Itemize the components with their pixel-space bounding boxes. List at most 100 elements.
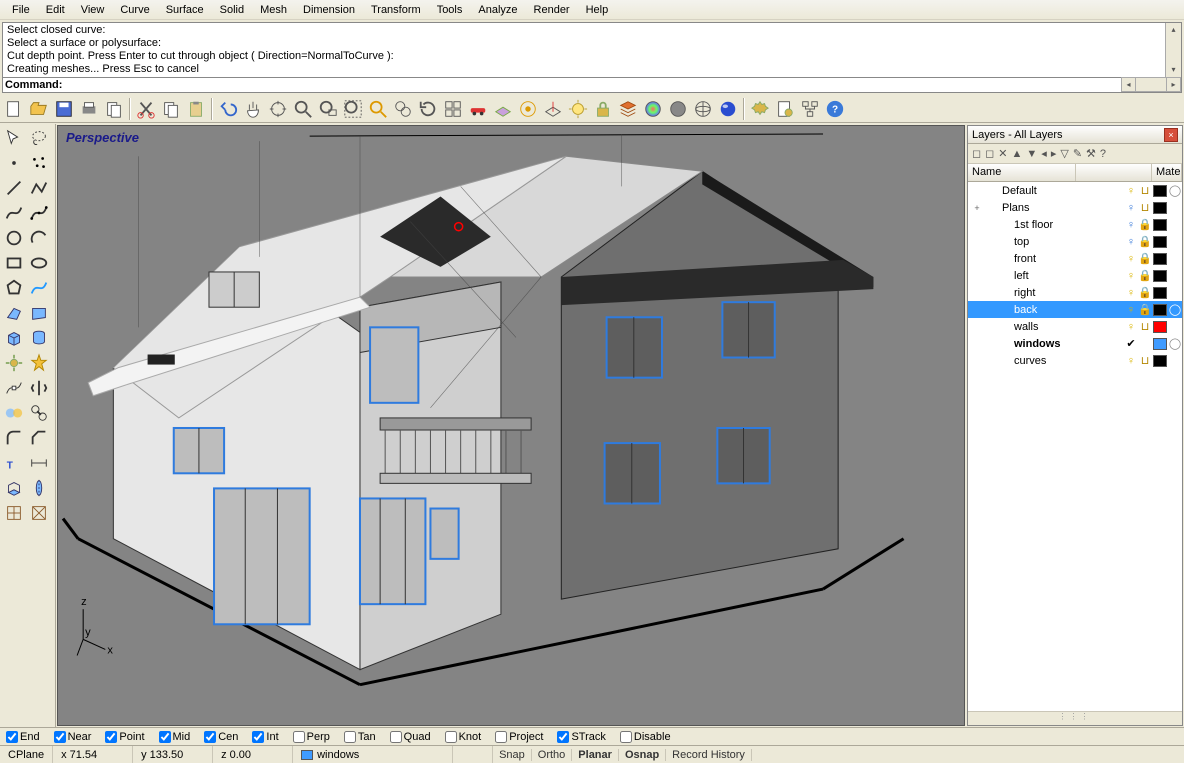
osnap-checkbox[interactable] [204, 731, 216, 743]
save-icon[interactable] [52, 97, 76, 121]
osnap-checkbox[interactable] [390, 731, 402, 743]
menu-mesh[interactable]: Mesh [252, 2, 295, 18]
osnap-strack[interactable]: STrack [557, 731, 605, 743]
copy-icon[interactable] [159, 97, 183, 121]
zoom-sel-icon[interactable] [366, 97, 390, 121]
srf-corner-icon[interactable] [2, 301, 26, 325]
lock-icon[interactable]: 🔒 [1138, 218, 1152, 231]
render-icon[interactable] [716, 97, 740, 121]
layer-row-plans[interactable]: +Plans♀⊔ [968, 199, 1182, 216]
menu-tools[interactable]: Tools [429, 2, 471, 18]
pan-icon[interactable] [241, 97, 265, 121]
lock-icon[interactable]: 🔒 [1138, 269, 1152, 282]
rotate-view-icon[interactable] [266, 97, 290, 121]
osnap-end[interactable]: End [6, 731, 40, 743]
arc-icon[interactable] [27, 226, 51, 250]
copy-clip-icon[interactable] [102, 97, 126, 121]
layer-name[interactable]: curves [984, 355, 1124, 367]
menu-render[interactable]: Render [526, 2, 578, 18]
layer-color-swatch[interactable] [1153, 338, 1167, 350]
layer-name[interactable]: Plans [984, 202, 1124, 214]
fillet-icon[interactable] [2, 426, 26, 450]
options-icon[interactable] [748, 97, 772, 121]
layer-row-top[interactable]: top♀🔒 [968, 233, 1182, 250]
circle-icon[interactable] [2, 226, 26, 250]
material-icon[interactable]: ◯ [1168, 337, 1182, 350]
box-icon[interactable] [2, 326, 26, 350]
lock-icon[interactable]: 🔒 [1138, 286, 1152, 299]
history-scrollbar[interactable]: ▴▾ [1165, 23, 1181, 77]
lock-icon[interactable]: ⊔ [1138, 184, 1152, 197]
layer-name[interactable]: right [984, 287, 1124, 299]
command-input[interactable] [62, 78, 1179, 92]
ellipse-icon[interactable] [27, 251, 51, 275]
chamfer-icon[interactable] [27, 426, 51, 450]
lock-icon[interactable]: ⊔ [1138, 201, 1152, 214]
bulb-icon[interactable]: ♀ [1124, 253, 1138, 265]
doc-props-icon[interactable] [773, 97, 797, 121]
layer-color-swatch[interactable] [1153, 185, 1167, 197]
pointer-icon[interactable] [2, 126, 26, 150]
hammer-icon[interactable]: ⚒ [1086, 147, 1096, 160]
status-toggle-osnap[interactable]: Osnap [619, 749, 666, 761]
new-file-icon[interactable] [2, 97, 26, 121]
dim-icon[interactable] [27, 451, 51, 475]
filter-icon[interactable]: ▽ [1060, 147, 1068, 160]
move-up-icon[interactable]: ▲ [1012, 148, 1023, 160]
join-icon[interactable] [27, 401, 51, 425]
srf-edge-icon[interactable] [27, 301, 51, 325]
layer-color-swatch[interactable] [1153, 270, 1167, 282]
point-icon[interactable] [2, 151, 26, 175]
panel-grip[interactable]: ⋮⋮⋮ [968, 711, 1182, 725]
lock-icon[interactable] [591, 97, 615, 121]
menu-solid[interactable]: Solid [212, 2, 252, 18]
bulb-icon[interactable]: ♀ [1124, 304, 1138, 316]
status-layer[interactable]: windows [293, 746, 453, 763]
render-prev-icon[interactable] [666, 97, 690, 121]
osnap-checkbox[interactable] [54, 731, 66, 743]
obj-props-icon[interactable] [641, 97, 665, 121]
zoom-extents-icon[interactable] [341, 97, 365, 121]
curve-tools-icon[interactable] [27, 276, 51, 300]
osnap-checkbox[interactable] [344, 731, 356, 743]
layer-color-swatch[interactable] [1153, 355, 1167, 367]
undo-icon[interactable] [216, 97, 240, 121]
layers-list[interactable]: Default♀⊔◯+Plans♀⊔1st floor♀🔒top♀🔒front♀… [968, 182, 1182, 711]
bulb-icon[interactable]: ♀ [1124, 202, 1138, 214]
layer-name[interactable]: left [984, 270, 1124, 282]
extrude-icon[interactable] [2, 476, 26, 500]
layer-name[interactable]: front [984, 253, 1124, 265]
osnap-checkbox[interactable] [252, 731, 264, 743]
layer-color-swatch[interactable] [1153, 253, 1167, 265]
osnap-checkbox[interactable] [495, 731, 507, 743]
bulb-icon[interactable]: ♀ [1124, 185, 1138, 197]
layer-row-windows[interactable]: windows✔◯ [968, 335, 1182, 352]
move-down-icon[interactable]: ▼ [1026, 148, 1037, 160]
undo-view-icon[interactable] [416, 97, 440, 121]
mesh-icon[interactable] [2, 501, 26, 525]
col-material[interactable]: Mate [1152, 164, 1182, 181]
new-sublayer-icon[interactable]: ◻ [985, 147, 994, 160]
show-icon[interactable] [566, 97, 590, 121]
layer-color-swatch[interactable] [1153, 202, 1167, 214]
zoom-window-icon[interactable] [316, 97, 340, 121]
layer-color-swatch[interactable] [1153, 219, 1167, 231]
status-toggle-planar[interactable]: Planar [572, 749, 619, 761]
menu-transform[interactable]: Transform [363, 2, 429, 18]
blend-icon[interactable] [2, 401, 26, 425]
tools-icon[interactable]: ✎ [1073, 147, 1082, 160]
hierarchy-icon[interactable] [798, 97, 822, 121]
bulb-icon[interactable]: ♀ [1124, 270, 1138, 282]
osnap-near[interactable]: Near [54, 731, 92, 743]
lock-icon[interactable]: 🔒 [1138, 303, 1152, 316]
menu-file[interactable]: File [4, 2, 38, 18]
bulb-icon[interactable]: ♀ [1124, 287, 1138, 299]
paste-icon[interactable] [184, 97, 208, 121]
curve-icon[interactable] [2, 201, 26, 225]
layer-color-swatch[interactable] [1153, 287, 1167, 299]
layer-name[interactable]: windows [984, 338, 1124, 350]
edit-pt-icon[interactable] [2, 376, 26, 400]
menu-analyze[interactable]: Analyze [470, 2, 525, 18]
text-icon[interactable]: T [2, 451, 26, 475]
cut-icon[interactable] [134, 97, 158, 121]
